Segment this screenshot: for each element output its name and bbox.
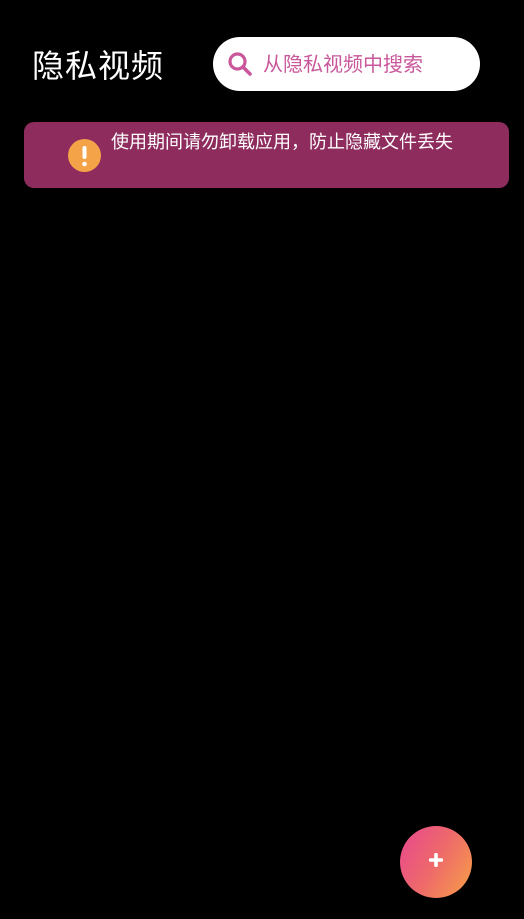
search-icon (225, 49, 255, 79)
private-video-screen: 隐私视频 从隐私视频中搜索 使用期间请勿卸载应用，防止隐藏文件丢失 (0, 0, 524, 919)
warning-banner: 使用期间请勿卸载应用，防止隐藏文件丢失 (24, 122, 509, 188)
plus-icon (426, 850, 446, 874)
search-bar[interactable]: 从隐私视频中搜索 (213, 37, 480, 91)
add-video-button[interactable] (400, 826, 472, 898)
page-title: 隐私视频 (32, 47, 165, 85)
exclamation-icon (68, 139, 101, 172)
search-placeholder: 从隐私视频中搜索 (263, 52, 423, 76)
warning-text: 使用期间请勿卸载应用，防止隐藏文件丢失 (111, 132, 453, 153)
